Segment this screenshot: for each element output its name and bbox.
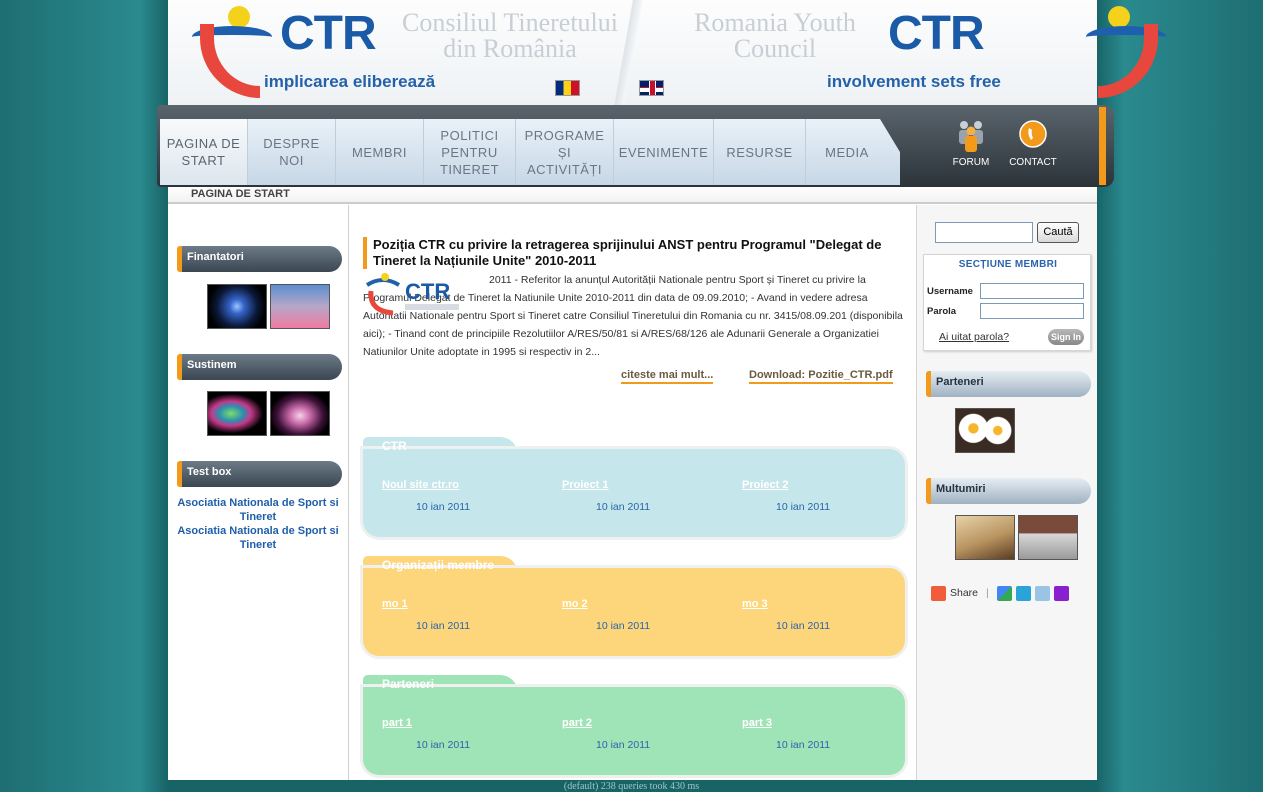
box-link[interactable]: part 3 <box>742 717 772 729</box>
nav-item-programe[interactable]: PROGRAME ȘI ACTIVITĂȚI <box>516 119 614 185</box>
username-label: Username <box>927 286 973 297</box>
main-nav: PAGINA DE START DESPRE NOI MEMBRI POLITI… <box>157 105 1114 187</box>
tagline-ro: implicarea eliberează <box>264 72 436 91</box>
left-sidebar: Finantatori Sustinem Test box Asociatia … <box>168 205 349 780</box>
multumiri-heading: Multumiri <box>926 478 1091 504</box>
nav-item-membri[interactable]: MEMBRI <box>336 119 424 185</box>
breadcrumb: PAGINA DE START <box>168 186 1097 204</box>
forum-button[interactable]: FORUM <box>946 119 996 168</box>
parteneri-heading: Parteneri <box>926 371 1091 397</box>
nav-item-politici[interactable]: POLITICI PENTRU TINERET <box>424 119 516 185</box>
partener-image[interactable] <box>955 408 1015 453</box>
forum-icon <box>959 121 983 152</box>
box-link[interactable]: Noul site ctr.ro <box>382 479 459 491</box>
footer-query-info: (default) 238 queries took 430 ms <box>563 781 700 792</box>
box-title: Parteneri <box>382 677 435 691</box>
main-content: Poziția CTR cu privire la retragerea spr… <box>349 205 916 780</box>
nav-item-resurse[interactable]: RESURSE <box>714 119 806 185</box>
box-date: 10 ian 2011 <box>596 620 651 632</box>
sustinem-image-2[interactable] <box>270 391 330 436</box>
box-link[interactable]: part 2 <box>562 717 592 729</box>
box-date: 10 ian 2011 <box>596 739 651 751</box>
contact-button[interactable]: CONTACT <box>1008 119 1058 168</box>
forum-label: FORUM <box>952 157 990 168</box>
testbox-link[interactable]: Asociatia Nationala de Sport si Tineret <box>172 496 344 524</box>
download-pdf-link[interactable]: Download: Pozitie_CTR.pdf <box>749 369 893 384</box>
tagline-en: involvement sets free <box>827 72 1001 91</box>
share-plus-icon[interactable] <box>931 585 946 601</box>
member-login-panel: SECȚIUNE MEMBRI Username Parola Ai uitat… <box>923 254 1091 351</box>
organizatii-membre-box: Organizații membre mo 1 mo 2 mo 3 10 ian… <box>363 556 905 660</box>
parteneri-box: Parteneri part 1 part 2 part 3 10 ian 20… <box>363 675 905 779</box>
phone-icon <box>1019 120 1047 148</box>
box-date: 10 ian 2011 <box>416 620 471 632</box>
finantator-image-1[interactable] <box>207 284 267 329</box>
english-flag-icon[interactable] <box>639 80 664 96</box>
box-date: 10 ian 2011 <box>416 501 471 513</box>
multumiri-image-1[interactable] <box>955 515 1015 560</box>
box-link[interactable]: Proiect 1 <box>562 479 608 491</box>
box-date: 10 ian 2011 <box>416 739 471 751</box>
logo-text-left: CTR <box>280 7 377 60</box>
multumiri-image-2[interactable] <box>1018 515 1078 560</box>
sustinem-image-1[interactable] <box>207 391 267 436</box>
box-link[interactable]: mo 3 <box>742 598 768 610</box>
box-date: 10 ian 2011 <box>776 620 831 632</box>
box-date: 10 ian 2011 <box>776 739 831 751</box>
box-link[interactable]: part 1 <box>382 717 412 729</box>
read-more-link[interactable]: citeste mai mult... <box>621 369 714 384</box>
username-field[interactable] <box>980 283 1084 299</box>
site-title-ro: Consiliul Tineretului din România <box>402 8 618 63</box>
testbox-link[interactable]: Asociatia Nationala de Sport si Tineret <box>172 524 344 552</box>
sign-in-button[interactable]: Sign In <box>1048 329 1084 345</box>
ctr-article-logo-icon: CTR <box>363 271 461 317</box>
forgot-password-link[interactable]: Ai uitat parola? <box>939 331 1009 343</box>
sustinem-heading: Sustinem <box>177 354 342 380</box>
twitter-icon[interactable] <box>1015 585 1031 601</box>
box-link[interactable]: mo 1 <box>382 598 408 610</box>
ctr-box: CTR Noul site ctr.ro Proiect 1 Proiect 2… <box>363 437 905 541</box>
site-title-en: Romania Youth Council <box>694 8 856 63</box>
search-button[interactable]: Caută <box>1037 222 1079 243</box>
testbox-heading: Test box <box>177 461 342 487</box>
box-title: Organizații membre <box>382 558 495 572</box>
nav-item-pagina-de-start[interactable]: PAGINA DE START <box>160 119 248 185</box>
share-label[interactable]: Share <box>950 587 978 599</box>
box-link[interactable]: Proiect 2 <box>742 479 788 491</box>
search-input[interactable] <box>935 222 1033 243</box>
finantator-image-2[interactable] <box>270 284 330 329</box>
header-banner: CTR Consiliul Tineretului din România im… <box>168 0 1166 106</box>
nav-item-despre-noi[interactable]: DESPRE NOI <box>248 119 336 185</box>
box-date: 10 ian 2011 <box>776 501 831 513</box>
members-heading: SECȚIUNE MEMBRI <box>958 259 1058 270</box>
password-label: Parola <box>927 306 957 317</box>
ctr-logo-right-icon[interactable] <box>986 4 1176 100</box>
box-link[interactable]: mo 2 <box>562 598 588 610</box>
nav-item-evenimente[interactable]: EVENIMENTE <box>614 119 714 185</box>
romanian-flag-icon[interactable] <box>555 80 580 96</box>
box-title: CTR <box>382 439 407 453</box>
facebook-icon[interactable] <box>1053 585 1069 601</box>
nav-item-media[interactable]: MEDIA <box>806 119 888 185</box>
password-field[interactable] <box>980 303 1084 319</box>
article-title[interactable]: Poziția CTR cu privire la retragerea spr… <box>363 237 903 269</box>
share-bar: Share | <box>931 585 1073 601</box>
right-sidebar: Caută SECȚIUNE MEMBRI Username Parola Ai… <box>916 205 1097 780</box>
google-icon[interactable] <box>996 585 1012 601</box>
finantatori-heading: Finantatori <box>177 246 342 272</box>
breadcrumb-current: PAGINA DE START <box>191 188 290 200</box>
logo-text-right: CTR <box>888 7 985 60</box>
box-date: 10 ian 2011 <box>596 501 651 513</box>
svg-text:CTR: CTR <box>405 279 450 304</box>
bookmark-icon[interactable] <box>1034 585 1050 601</box>
contact-label: CONTACT <box>1009 157 1057 168</box>
testbox-links: Asociatia Nationala de Sport si Tineret … <box>172 496 344 552</box>
